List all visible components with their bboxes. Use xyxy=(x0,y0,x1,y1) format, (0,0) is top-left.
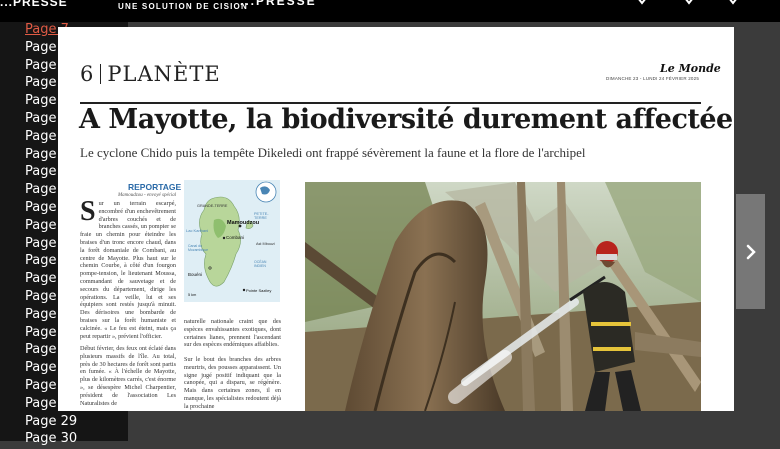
share-icon[interactable] xyxy=(683,0,695,6)
brand-logo-left[interactable]: ...PRESSE xyxy=(0,0,68,9)
map-label-mamoudzou: Mamoudzou xyxy=(227,220,260,226)
next-page-button[interactable] xyxy=(736,194,765,309)
sidebar-page-link[interactable]: Page 29 xyxy=(25,414,77,432)
newspaper-masthead: Le Monde xyxy=(660,62,721,75)
map-scale: 5 km xyxy=(188,293,197,297)
chevron-right-icon xyxy=(746,244,756,259)
sidebar-page-link[interactable]: Page 30 xyxy=(25,431,77,449)
download-icon[interactable] xyxy=(636,0,648,6)
article-byline: Mamoudzou - envoyé spécial xyxy=(118,193,177,198)
map-label-petite-terre: PETITE-TERRE xyxy=(254,212,269,220)
column-2-text: naturelle nationale craint que des espèc… xyxy=(184,318,281,349)
top-bar: ...PRESSE UNE SOLUTION DE CISION ...PRES… xyxy=(0,0,780,22)
map-label-ast-mbouzi: Ast Mbouzi xyxy=(256,242,275,246)
issue-date: DIMANCHE 23 - LUNDI 24 FÉVRIER 2025 xyxy=(606,76,700,81)
column-2b-text: Sur le bout des branches des arbres meur… xyxy=(184,356,281,410)
article-column-2: naturelle nationale craint que des espèc… xyxy=(184,318,281,354)
article-kicker: REPORTAGE xyxy=(128,182,182,192)
article-column-1: Sur un terrain escarpé, encombré d'un en… xyxy=(80,200,176,342)
map-label-saziley: Pointe Saziley xyxy=(246,288,272,293)
column-1b-text: Début février, des feux ont éclaté dans … xyxy=(80,345,176,407)
article-headline: A Mayotte, la biodiversité durement affe… xyxy=(79,104,733,135)
section-number: 6 xyxy=(80,62,95,86)
article-subhead: Le cyclone Chido puis la tempête Dikeled… xyxy=(80,145,586,160)
firefighter-photo xyxy=(305,182,701,411)
brand-logo-right: ...PRESSE xyxy=(240,0,317,8)
article-photo xyxy=(305,182,701,411)
map-label-boueni: Bouéni xyxy=(188,272,203,277)
dropcap: S xyxy=(80,200,96,227)
brand-tagline: UNE SOLUTION DE CISION xyxy=(118,2,248,11)
section-name: PLANÈTE xyxy=(107,62,221,86)
map-label-lac-karihani: Lac Karihani xyxy=(186,228,209,233)
section-header: 6 PLANÈTE xyxy=(80,62,221,86)
article-column-1b: Début février, des feux ont éclaté dans … xyxy=(80,345,176,411)
map-label-combani: Combani xyxy=(226,235,245,240)
article-column-2b: Sur le bout des branches des arbres meur… xyxy=(184,356,281,411)
menu-icon[interactable] xyxy=(727,0,739,6)
map-label-grande-terre: GRANDE-TERRE xyxy=(197,204,228,208)
mayotte-map: GRANDE-TERRE Mamoudzou PETITE-TERRE Lac … xyxy=(184,180,280,302)
map-label-canal: Canal du Mozambique xyxy=(188,244,209,252)
map-label-ocean: OCÉAN INDIEN xyxy=(254,260,267,268)
